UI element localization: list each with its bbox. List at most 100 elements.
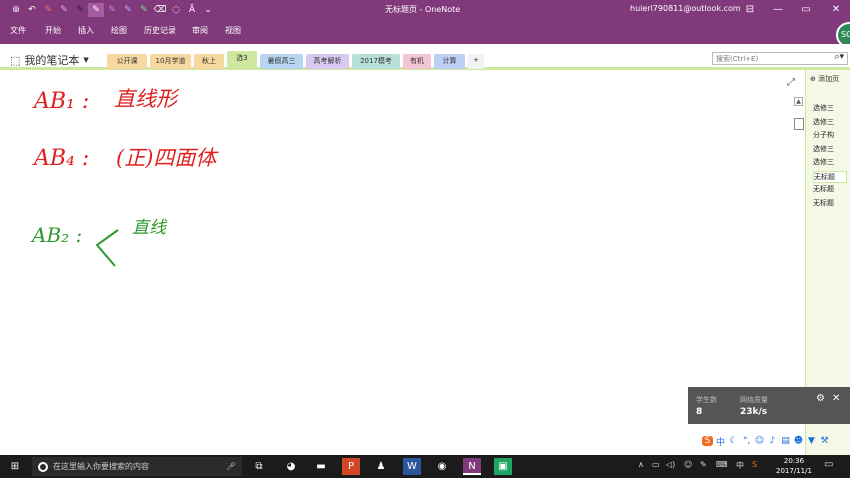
- tab-file[interactable]: 文件: [10, 25, 26, 36]
- maximize-icon[interactable]: ▭: [796, 2, 816, 18]
- ink-ab2-label: AB₂ :: [30, 223, 82, 247]
- task-view-icon[interactable]: ⧉: [250, 458, 268, 475]
- page-item[interactable]: 选修三: [813, 117, 847, 127]
- pen-pink-icon[interactable]: ✎: [56, 3, 72, 17]
- pen-purple-icon[interactable]: ✎: [104, 3, 120, 17]
- ink-ab2-text: 直线: [132, 218, 168, 238]
- section-tab[interactable]: 秋上: [194, 54, 224, 69]
- emoji-icon[interactable]: ☺: [754, 436, 765, 446]
- ink-ab4-text: (正)四面体: [116, 146, 219, 170]
- tray-app-icon[interactable]: ☺: [684, 460, 692, 469]
- close-icon[interactable]: ✕: [832, 393, 840, 404]
- app-icon[interactable]: ♟: [372, 458, 390, 475]
- network-icon[interactable]: ▭: [652, 460, 660, 469]
- page-item[interactable]: 选修三: [813, 157, 847, 167]
- pen-red-icon[interactable]: ✎: [40, 3, 56, 17]
- tab-review[interactable]: 审阅: [192, 25, 208, 36]
- section-tab[interactable]: 公开课: [107, 54, 147, 69]
- punct-icon[interactable]: °,: [741, 436, 752, 446]
- pen-icon[interactable]: ✎: [700, 460, 707, 469]
- note-canvas[interactable]: AB₁ : 直线形 AB₄ : (正)四面体 AB₂ : 直线 ⤢ ▲: [0, 70, 805, 455]
- ribbon: 文件 开始 插入 绘图 历史记录 审阅 视图: [0, 20, 850, 44]
- wrench-icon[interactable]: ⚒: [819, 436, 830, 446]
- browser-icon[interactable]: ◉: [433, 458, 451, 475]
- section-tab[interactable]: 选3: [227, 51, 257, 70]
- tab-view[interactable]: 视图: [225, 25, 241, 36]
- clock[interactable]: 20:36 2017/11/1: [776, 456, 812, 476]
- page-item[interactable]: 分子构: [813, 130, 847, 140]
- settings-icon[interactable]: ⚙: [816, 393, 825, 404]
- green-app-icon[interactable]: ▣: [494, 458, 512, 475]
- section-tab[interactable]: 计算: [434, 54, 465, 69]
- notebook-picker[interactable]: ⬚ 我的笔记本 ▼: [10, 52, 89, 68]
- pen-black-icon[interactable]: ✎: [72, 3, 88, 17]
- scroll-up-icon[interactable]: ▲: [794, 97, 803, 106]
- more-icon[interactable]: ⌄: [200, 3, 216, 17]
- ink-ab1-text: 直线形: [114, 87, 180, 111]
- search-icon[interactable]: ⌕▾: [834, 52, 844, 62]
- section-tab[interactable]: 高考解析: [306, 54, 349, 69]
- quick-access-toolbar: ⊛ ↶ ✎ ✎ ✎ ✎ ✎ ✎ ✎ ⌫ ◌ Ā ⌄: [8, 3, 216, 17]
- sogou-tray-icon[interactable]: S: [752, 460, 757, 469]
- ime-indicator[interactable]: 中: [736, 460, 744, 471]
- pen-purple2-icon[interactable]: ✎: [120, 3, 136, 17]
- sogou-icon[interactable]: S: [702, 436, 713, 446]
- add-page-button[interactable]: ⊕ 添加页: [810, 74, 839, 84]
- ink-brace: [95, 229, 119, 267]
- tab-draw[interactable]: 绘图: [111, 25, 127, 36]
- windows-start-icon[interactable]: ⊞: [6, 458, 24, 475]
- plus-icon: ⊕: [810, 75, 816, 83]
- section-bar: ⬚ 我的笔记本 ▼ 公开课 10月学道 秋上 选3 暑假高三 高考解析 2017模考 有机 计算…: [0, 44, 850, 70]
- user-account[interactable]: huierl790811@outlook.com: [630, 4, 741, 13]
- pen-green-icon[interactable]: ✎: [136, 3, 152, 17]
- expand-icon[interactable]: ⤢: [787, 77, 795, 88]
- mic-icon[interactable]: ♪: [767, 436, 778, 446]
- volume-icon[interactable]: ◁): [666, 460, 675, 469]
- ribbon-display-icon[interactable]: ⊟: [740, 2, 760, 18]
- onenote-icon[interactable]: N: [463, 458, 481, 475]
- tab-home[interactable]: 开始: [45, 25, 61, 36]
- close-icon[interactable]: ✕: [826, 2, 846, 18]
- notebook-icon: ⬚: [10, 53, 21, 67]
- network-value: 23k/s: [740, 407, 768, 417]
- eraser-icon[interactable]: ⌫: [152, 3, 168, 17]
- ime-toolbar: S 中 ☾ °, ☺ ♪ ▤ ☻ ▼ ⚒: [702, 433, 830, 449]
- section-tab[interactable]: 有机: [403, 54, 431, 69]
- pen-white-icon[interactable]: ✎: [88, 3, 104, 17]
- ime-mode[interactable]: 中: [715, 435, 726, 448]
- tray-chevron-icon[interactable]: ∧: [638, 460, 644, 469]
- wechat-icon[interactable]: ◕: [282, 458, 300, 475]
- section-tab[interactable]: 暑假高三: [260, 54, 303, 69]
- keyboard-icon[interactable]: ▤: [780, 436, 791, 446]
- undo-icon[interactable]: ↶: [24, 3, 40, 17]
- powerpoint-icon[interactable]: P: [342, 458, 360, 475]
- file-explorer-icon[interactable]: ▬: [312, 458, 330, 475]
- type-icon[interactable]: Ā: [184, 3, 200, 17]
- page-item[interactable]: 选修三: [813, 103, 847, 113]
- notebook-name: 我的笔记本: [24, 54, 80, 67]
- notifications-icon[interactable]: ▭: [824, 459, 833, 470]
- minimize-icon[interactable]: —: [768, 2, 788, 18]
- page-item[interactable]: 选修三: [813, 144, 847, 154]
- page-item[interactable]: 无标题: [813, 184, 847, 194]
- lasso-icon[interactable]: ◌: [168, 3, 184, 17]
- page-item[interactable]: 无标题: [813, 170, 847, 183]
- students-value: 8: [696, 407, 703, 417]
- section-tab[interactable]: 2017模考: [352, 54, 400, 69]
- network-label: 网络质量: [740, 396, 768, 404]
- page-item[interactable]: 无标题: [813, 198, 847, 208]
- shirt-icon[interactable]: ▼: [806, 436, 817, 446]
- section-tab[interactable]: 10月学道: [150, 54, 191, 69]
- taskbar-search-input[interactable]: 在这里输入你要搜索的内容 🎤︎: [32, 457, 242, 476]
- user-icon[interactable]: ☻: [793, 436, 804, 446]
- tab-insert[interactable]: 插入: [78, 25, 94, 36]
- word-icon[interactable]: W: [403, 458, 421, 475]
- search-input[interactable]: 搜索(Ctrl+E) ⌕▾: [712, 52, 848, 65]
- tab-history[interactable]: 历史记录: [144, 25, 176, 36]
- scroll-box[interactable]: [794, 118, 804, 130]
- back-icon[interactable]: ⊛: [8, 3, 24, 17]
- moon-icon[interactable]: ☾: [728, 436, 739, 446]
- add-section-button[interactable]: +: [468, 54, 484, 69]
- mic-icon[interactable]: 🎤︎: [226, 462, 236, 471]
- keyboard-icon[interactable]: ⌨: [716, 460, 728, 469]
